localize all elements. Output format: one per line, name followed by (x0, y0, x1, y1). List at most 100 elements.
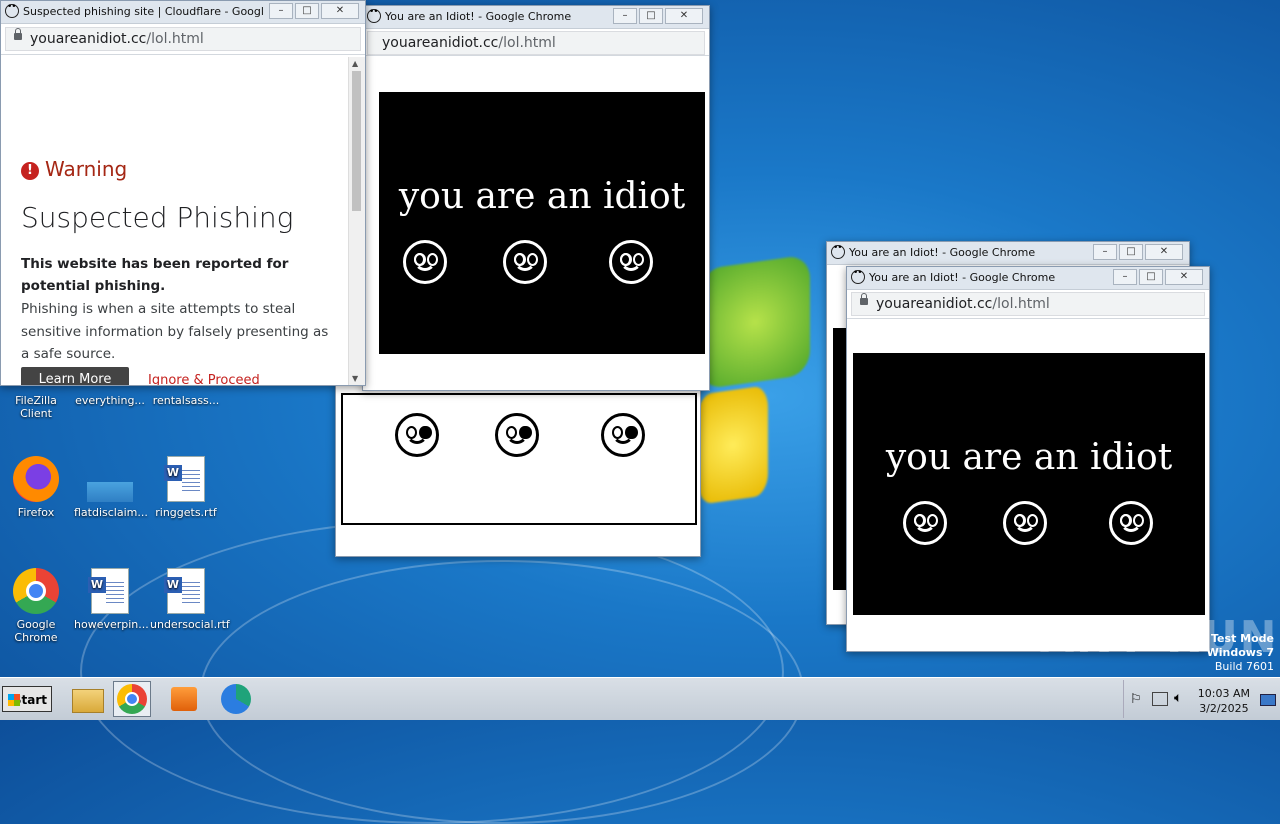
system-tray: ⚐ 🔈︎ 10:03 AM 3/2/2025 (1123, 680, 1280, 718)
desktop-icon-label: Firefox (17, 506, 55, 519)
network-icon[interactable] (1152, 692, 1168, 706)
smiley-icon (403, 240, 447, 284)
maximize-button[interactable]: □ (1139, 269, 1163, 285)
warning-label: ! Warning (21, 157, 127, 181)
desktop-icon-label: flatdisclaim... (74, 506, 148, 519)
desktop-icon-ringgets[interactable]: W ringgets.rtf (150, 456, 222, 519)
firefox-icon (13, 456, 59, 502)
smiley-icon (1109, 501, 1153, 545)
desktop-icon-label: ringgets.rtf (155, 506, 217, 519)
ignore-proceed-link[interactable]: Ignore & Proceed (148, 373, 260, 385)
lock-icon (860, 293, 868, 305)
desktop-icon-chrome[interactable]: Google Chrome (0, 568, 72, 644)
desktop-icon-flatdisclaim[interactable]: flatdisclaim... (74, 456, 148, 519)
window-title: You are an Idiot! - Google Chrome (385, 10, 572, 23)
desktop-icon-label: Google Chrome (14, 618, 58, 644)
taskbar-media-player[interactable] (166, 681, 204, 717)
minimize-button[interactable]: – (1093, 244, 1117, 260)
address-bar[interactable]: youareanidiot.cc/lol.html (1, 24, 365, 55)
title-bar[interactable]: You are an Idiot! - Google Chrome – □ ✕ (363, 6, 709, 29)
title-bar[interactable]: Suspected phishing site | Cloudflare - G… (1, 1, 365, 24)
title-bar[interactable]: You are an Idiot! - Google Chrome – □ ✕ (847, 267, 1209, 290)
smiley-favicon-icon (851, 268, 865, 284)
scrollbar-thumb[interactable] (352, 71, 361, 211)
minimize-button[interactable]: – (269, 3, 293, 19)
smiley-icon (609, 240, 653, 284)
maximize-button[interactable]: □ (295, 3, 319, 19)
taskbar-edge[interactable] (217, 681, 255, 717)
smiley-icon (903, 501, 947, 545)
desktop-icon-filezilla[interactable]: FileZilla Client (0, 394, 72, 420)
taskbar-explorer[interactable] (68, 681, 106, 717)
wallpaper-logo-green (700, 254, 810, 390)
title-bar[interactable]: You are an Idiot! - Google Chrome – □ ✕ (827, 242, 1189, 265)
smiley-favicon-icon (831, 243, 845, 259)
show-desktop-button[interactable] (1260, 694, 1276, 706)
close-button[interactable]: ✕ (665, 8, 703, 24)
smiley-icon (601, 413, 645, 457)
url-text[interactable]: youareanidiot.cc/lol.html (382, 35, 556, 51)
chrome-icon (117, 684, 147, 714)
minimize-button[interactable]: – (1113, 269, 1137, 285)
desktop-icon-howeverpin[interactable]: W howeverpin... (74, 568, 149, 631)
desktop-icon-label: everything... (75, 394, 145, 407)
idiot-window-3[interactable]: You are an Idiot! - Google Chrome – □ ✕ … (846, 266, 1210, 652)
flag-icon[interactable]: ⚐ (1130, 692, 1142, 707)
desktop-icon-label: undersocial.rtf (150, 618, 230, 631)
address-bar[interactable]: youareanidiot.cc/lol.html (847, 290, 1209, 319)
desktop-icon-rentalsass[interactable]: rentalsass... (150, 394, 222, 407)
test-mode-watermark: Test Mode Windows 7 Build 7601 (1206, 632, 1274, 673)
window-title: You are an Idiot! - Google Chrome (869, 271, 1056, 284)
phishing-warning-window[interactable]: Suspected phishing site | Cloudflare - G… (0, 0, 366, 386)
start-button[interactable]: Start (2, 686, 52, 712)
page-title: Suspected Phishing (21, 201, 294, 234)
close-button[interactable]: ✕ (321, 3, 359, 19)
smiley-icon (495, 413, 539, 457)
close-button[interactable]: ✕ (1145, 244, 1183, 260)
folder-icon (72, 689, 104, 713)
wallpaper-logo-yellow (698, 385, 768, 505)
background-idiot-window[interactable] (335, 380, 701, 557)
word-document-icon: W (164, 568, 205, 614)
clock[interactable]: 10:03 AM 3/2/2025 (1198, 686, 1250, 716)
learn-more-button[interactable]: Learn More (21, 367, 129, 385)
vertical-scrollbar[interactable]: ▲ ▼ (348, 57, 365, 385)
desktop-icon-label: FileZilla Client (15, 394, 57, 420)
clock-date: 3/2/2025 (1199, 702, 1249, 715)
taskbar-chrome[interactable] (113, 681, 151, 717)
scroll-down-icon[interactable]: ▼ (352, 374, 358, 383)
window-title: You are an Idiot! - Google Chrome (849, 246, 1036, 259)
word-document-icon: W (164, 456, 205, 502)
desktop-icon-undersocial[interactable]: W undersocial.rtf (150, 568, 230, 631)
idiot-window-1[interactable]: You are an Idiot! - Google Chrome – □ ✕ … (362, 5, 710, 391)
volume-icon[interactable]: 🔈︎ (1174, 690, 1182, 706)
smiley-favicon-icon (5, 2, 19, 18)
scroll-up-icon[interactable]: ▲ (352, 59, 358, 68)
smiley-icon (503, 240, 547, 284)
desktop-icon-everything[interactable]: everything... (74, 394, 146, 407)
smiley-favicon-icon (367, 7, 381, 23)
maximize-button[interactable]: □ (639, 8, 663, 24)
window-title: Suspected phishing site | Cloudflare - G… (23, 5, 263, 18)
idiot-panel: you are an idiot (853, 353, 1205, 615)
close-button[interactable]: ✕ (1165, 269, 1203, 285)
desktop-icon-label: howeverpin... (74, 618, 149, 631)
address-bar[interactable]: youareanidiot.cc/lol.html (363, 29, 709, 56)
phishing-description: Phishing is when a site attempts to stea… (21, 301, 329, 362)
url-text[interactable]: youareanidiot.cc/lol.html (30, 31, 204, 47)
url-text[interactable]: youareanidiot.cc/lol.html (876, 296, 1050, 312)
edge-icon (221, 684, 251, 714)
word-document-icon: W (88, 568, 129, 614)
maximize-button[interactable]: □ (1119, 244, 1143, 260)
lock-icon (14, 28, 22, 40)
phishing-bold-text: This website has been reported for poten… (21, 256, 289, 294)
folder-icon (87, 482, 133, 502)
idiot-text: you are an idiot (885, 437, 1173, 478)
desktop-icon-firefox[interactable]: Firefox (0, 456, 72, 519)
taskbar: Start ⚐ 🔈︎ 10:03 AM 3/2/2025 (0, 677, 1280, 720)
minimize-button[interactable]: – (613, 8, 637, 24)
alert-icon: ! (21, 162, 39, 180)
desktop-icon-label: rentalsass... (152, 394, 220, 407)
chrome-icon (13, 568, 59, 614)
idiot-panel: you are an idiot (379, 92, 705, 354)
